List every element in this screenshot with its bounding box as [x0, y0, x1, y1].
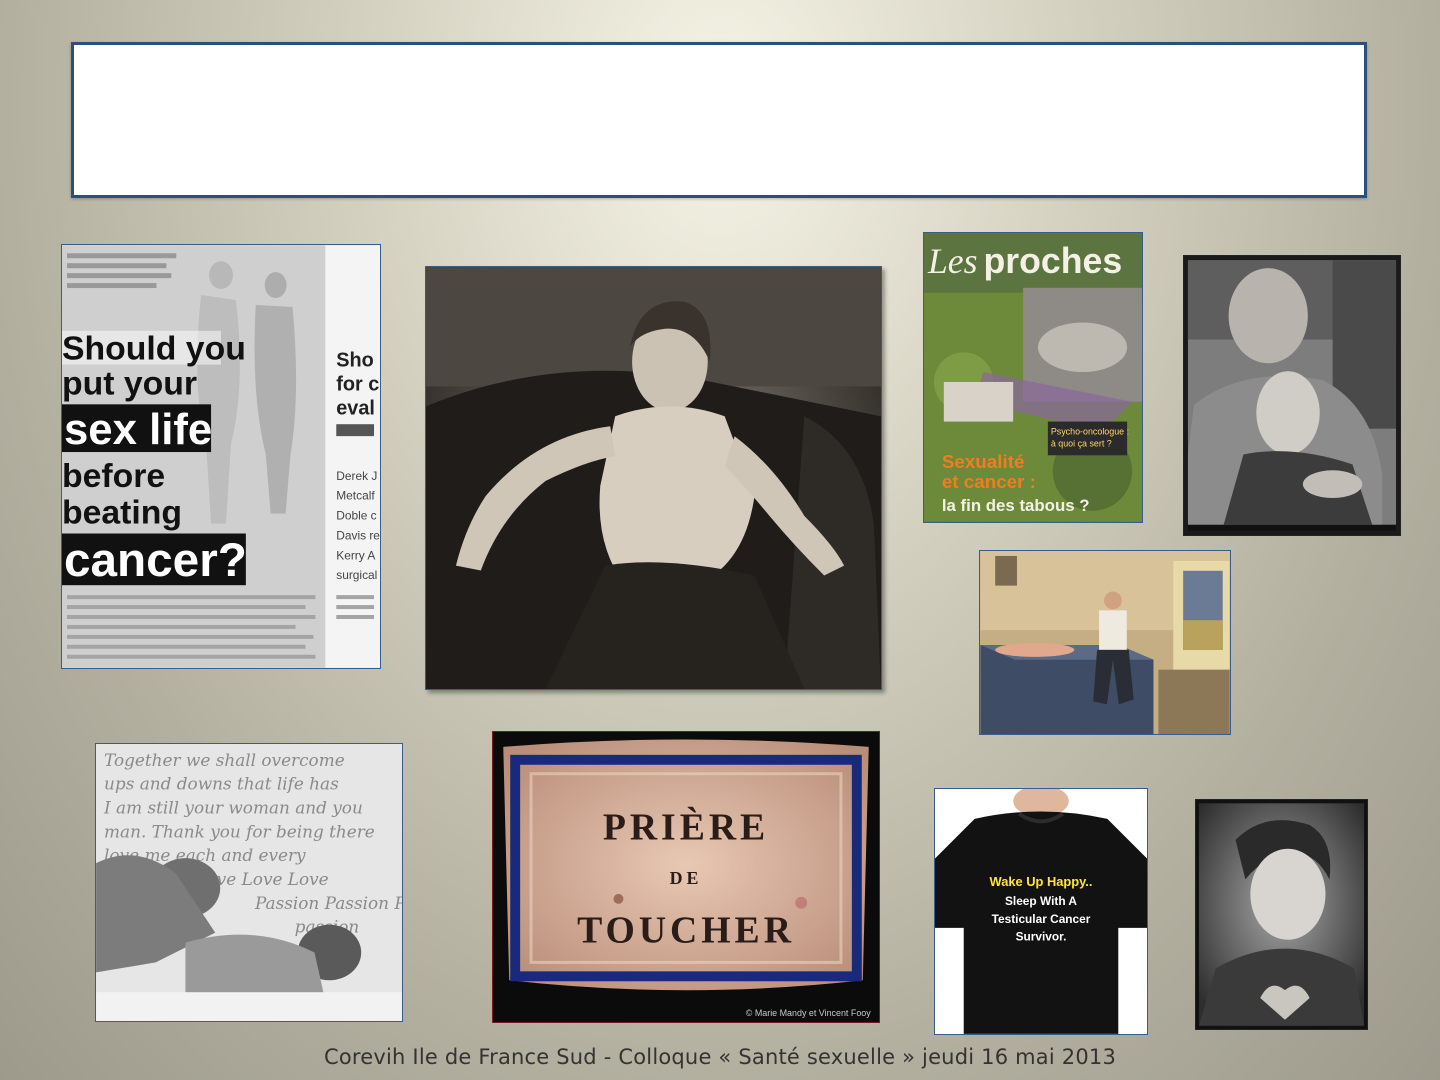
magazine-title-les: Les [927, 241, 978, 281]
priere-line-2: DE [670, 868, 703, 888]
slide-footer: Corevih Ile de France Sud - Colloque « S… [323, 1045, 1117, 1069]
newspaper-clipping-image: Should you put your sex life before beat… [61, 244, 381, 669]
magazine-side-1: Psycho-oncologue : [1051, 426, 1129, 436]
magazine-side-2: à quoi ça sert ? [1051, 438, 1112, 448]
magazine-title-proches: proches [983, 241, 1122, 281]
seated-woman-portrait-image [425, 266, 882, 690]
newspaper-name-1: Derek J [336, 469, 377, 483]
magazine-headline-1: Sexualité [942, 451, 1025, 472]
newspaper-side-3: eval [336, 397, 375, 419]
letter-line-1: Together we shall overcome [104, 750, 345, 770]
newspaper-headline-2: put your [62, 364, 197, 402]
slide-title-box [71, 42, 1367, 198]
tshirt-slogan-image: Wake Up Happy.. Sleep With A Testicular … [934, 788, 1148, 1035]
priere-line-3: TOUCHER [577, 910, 795, 952]
tshirt-line-4: Survivor. [1016, 930, 1067, 944]
newspaper-name-2: Metcalf [336, 489, 375, 503]
tshirt-line-1: Wake Up Happy.. [990, 874, 1093, 889]
newspaper-headline-4: before [62, 457, 165, 495]
newspaper-name-3: Doble c [336, 509, 376, 523]
tshirt-line-2: Sleep With A [1005, 894, 1077, 908]
letter-line-7: Passion Passion Pa [254, 893, 402, 913]
priere-line-1: PRIÈRE [603, 806, 769, 848]
letter-line-2: ups and downs that life has [104, 774, 339, 794]
newspaper-name-6: surgical [336, 568, 377, 582]
newspaper-side-1: Sho [336, 350, 374, 372]
newspaper-headline-1: Should you [62, 330, 246, 368]
heart-hands-woman-image [1195, 799, 1368, 1030]
newspaper-side-2: for c [336, 373, 379, 395]
room-painting-image [979, 550, 1231, 735]
priere-credit: © Marie Mandy et Vincent Fooy [746, 1008, 871, 1018]
newspaper-name-4: Davis re [336, 528, 380, 542]
newspaper-headline-3: sex life [64, 405, 212, 454]
magazine-headline-2: et cancer : [942, 471, 1036, 492]
letter-line-4: man. Thank you for being there [104, 821, 375, 841]
magazine-headline-3: la fin des tabous ? [942, 496, 1090, 515]
handwritten-letter-couple-image: Together we shall overcome ups and downs… [95, 743, 403, 1022]
newspaper-headline-6: cancer? [64, 534, 247, 587]
couple-portrait-image [1183, 255, 1401, 536]
priere-de-toucher-image: PRIÈRE DE TOUCHER © Marie Mandy et Vince… [492, 731, 880, 1023]
les-proches-magazine-cover-image: Psycho-oncologue : à quoi ça sert ? Les … [923, 232, 1143, 523]
tshirt-line-3: Testicular Cancer [992, 912, 1091, 926]
letter-line-3: I am still your woman and you [103, 797, 363, 817]
newspaper-name-5: Kerry A [336, 548, 375, 562]
newspaper-headline-5: beating [62, 494, 182, 532]
